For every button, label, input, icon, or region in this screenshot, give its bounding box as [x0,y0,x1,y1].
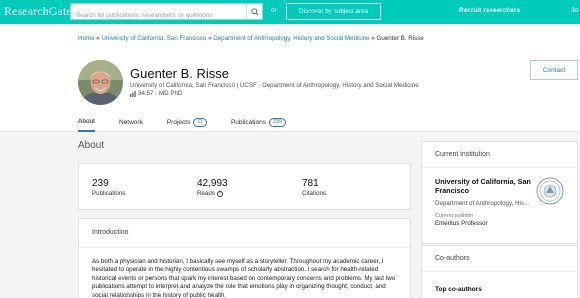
contact-button[interactable]: Contact [530,60,578,80]
breadcrumb-department[interactable]: Department of Anthropology, History and … [213,35,369,42]
tab-network[interactable]: Network [119,112,143,132]
breadcrumb-home[interactable]: Home [78,35,95,42]
stat-publications[interactable]: 239 Publications [92,178,125,197]
breadcrumb-separator: » [96,35,100,42]
join-link[interactable]: Jo [571,7,579,14]
top-co-authors-label: Top co-authors [435,286,482,293]
divider [422,271,577,272]
position-value: Emeritus Professor [435,220,488,227]
about-heading: About [78,140,105,151]
search-input[interactable] [71,8,239,23]
tab-about[interactable]: About [78,112,95,132]
recruit-researchers-link[interactable]: Recruit researchers [459,7,520,14]
stat-value: 781 [302,178,319,189]
tab-label: Projects [166,118,191,126]
stat-label: Publications [92,190,126,197]
stat-label: Citations [302,190,327,197]
divider [422,167,577,168]
profile-tabs: About Network Projects 11 Publications 2… [78,112,310,132]
institution-name[interactable]: University of California, San Francisco [435,177,535,195]
stats-card: 239 Publications 42,993 Reads i 781 Cita… [78,163,411,210]
stat-reads[interactable]: 42,993 Reads i [197,178,228,197]
introduction-heading: Introduction [92,229,129,236]
profile-name: Guenter B. Risse [130,66,229,81]
info-icon[interactable]: i [216,190,223,197]
breadcrumb-current: Guenter B. Risse [376,35,424,42]
search-icon [250,7,259,16]
current-institution-card: Current institution University of Califo… [421,141,578,244]
stat-value: 42,993 [197,178,228,189]
publications-count-badge: 239 [269,117,286,127]
tab-label: Publications [230,118,266,126]
stat-value: 239 [92,178,109,189]
tab-publications[interactable]: Publications 239 [231,112,286,132]
tab-label: About [78,117,95,125]
top-navigation-bar: ResearchGate or Discover by subject area… [0,0,580,24]
profile-header: Home » University of California, San Fra… [0,24,580,132]
discover-by-subject-button[interactable]: Discover by subject area [286,3,381,20]
projects-count-badge: 11 [193,117,207,127]
divider [79,247,410,248]
profile-affiliation[interactable]: University of California, San Francisco … [130,82,419,89]
co-authors-card: Co-authors Top co-authors [421,245,578,298]
stat-label: Reads i [197,190,228,197]
score-and-degree: 34.57 · MD PhD [138,90,183,97]
search-box[interactable] [70,3,263,23]
avatar[interactable] [78,60,123,105]
tab-projects[interactable]: Projects 11 [167,112,207,132]
tab-label: Network [119,118,143,126]
current-institution-heading: Current institution [435,151,490,158]
introduction-text: As both a physician and historian, I bas… [92,258,396,298]
breadcrumb-institution[interactable]: University of California, San Francisco [101,35,206,42]
researchgate-logo[interactable]: ResearchGate [4,4,72,19]
introduction-card: Introduction As both a physician and his… [78,218,411,298]
profile-photo [78,60,123,105]
co-authors-heading: Co-authors [435,255,470,262]
position-label: Current position [435,213,474,219]
score-bars-icon [130,90,136,97]
search-button[interactable] [246,4,262,19]
rg-score: 34.57 · MD PhD [130,90,182,97]
breadcrumb-separator: » [371,35,375,42]
or-label: or [271,7,277,14]
breadcrumb: Home » University of California, San Fra… [78,35,424,42]
university-seal-icon[interactable] [536,177,564,205]
institution-department[interactable]: Department of Anthropology, His... [435,200,529,207]
stat-citations[interactable]: 781 Citations [302,178,326,197]
breadcrumb-separator: » [208,35,212,42]
